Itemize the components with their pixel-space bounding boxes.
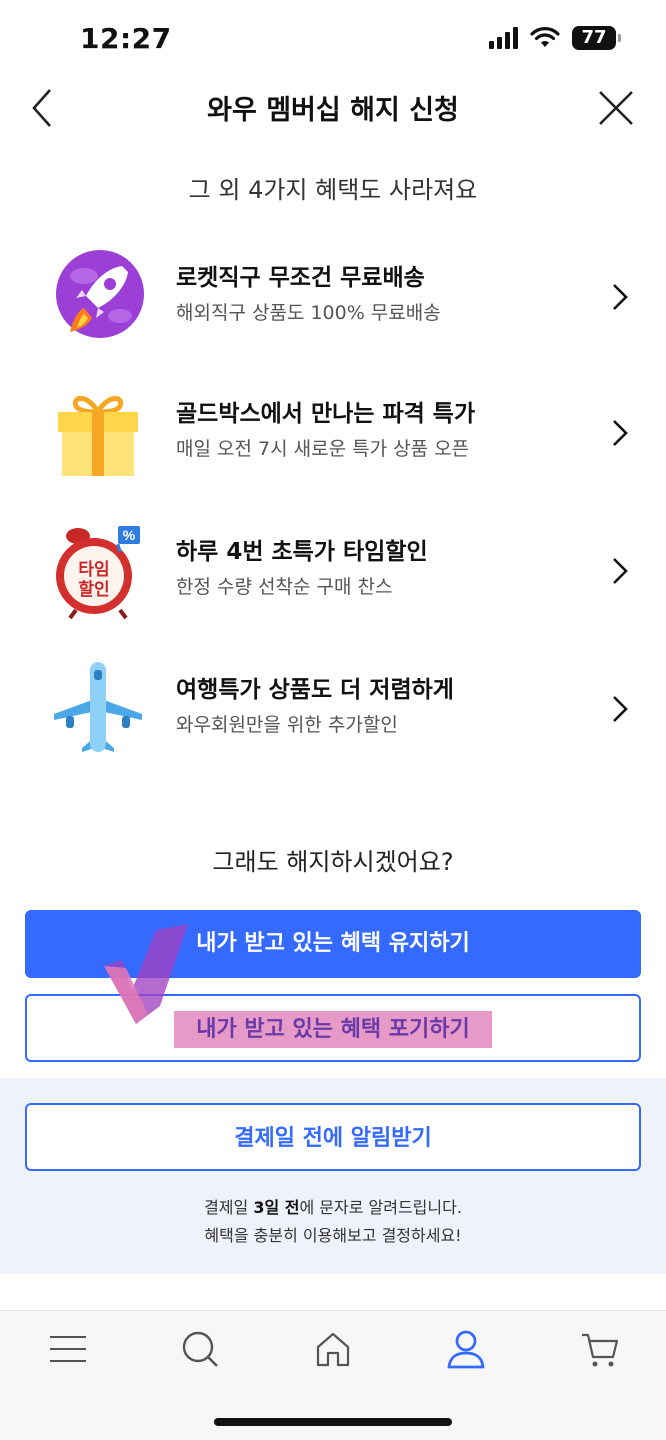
timer-icon-text-2: 할인 xyxy=(78,580,109,599)
benefit-time-sale[interactable]: 타임 할인 % 하루 4번 초특가 타임할인 한정 수량 선착순 구매 찬스 xyxy=(0,510,666,630)
notify-before-payment-button[interactable]: 결제일 전에 알림받기 xyxy=(25,1103,641,1171)
cellular-signal-icon xyxy=(489,27,518,49)
close-icon xyxy=(599,91,633,125)
page-title: 와우 멤버십 해지 신청 xyxy=(207,95,459,126)
benefit-description: 해외직구 상품도 100% 무료배송 xyxy=(176,302,441,324)
chevron-right-icon xyxy=(613,420,628,446)
close-button[interactable] xyxy=(596,88,636,128)
gift-box-icon xyxy=(58,396,138,476)
battery-indicator: 77 xyxy=(572,26,621,50)
status-icons: 77 xyxy=(489,26,621,50)
give-up-benefits-button[interactable]: 내가 받고 있는 혜택 포기하기 xyxy=(25,994,641,1062)
give-up-benefits-label: 내가 받고 있는 혜택 포기하기 xyxy=(174,1011,492,1048)
benefit-title: 하루 4번 초특가 타임할인 xyxy=(176,539,428,565)
notice-panel: 결제일 전에 알림받기 결제일 3일 전에 문자로 알려드립니다. 혜택을 충분… xyxy=(0,1078,666,1274)
percent-badge: % xyxy=(123,527,136,543)
chevron-right-icon xyxy=(613,284,628,310)
notice-line-1: 결제일 3일 전에 문자로 알려드립니다. xyxy=(204,1198,462,1217)
status-bar: 12:27 77 xyxy=(0,0,666,80)
search-icon xyxy=(182,1331,218,1367)
notice-line-2: 혜택을 충분히 이용해보고 결정하세요! xyxy=(204,1226,462,1245)
wifi-icon xyxy=(530,27,560,47)
benefit-rocket-direct[interactable]: 로켓직구 무조건 무료배송 해외직구 상품도 100% 무료배송 xyxy=(0,236,666,356)
confirm-question: 그래도 해지하시겠어요? xyxy=(212,848,454,876)
benefit-goldbox[interactable]: 골드박스에서 만나는 파격 특가 매일 오전 7시 새로운 특가 상품 오픈 xyxy=(0,372,666,492)
section-subtitle: 그 외 4가지 혜택도 사라져요 xyxy=(188,176,478,204)
menu-icon xyxy=(50,1336,86,1362)
chevron-right-icon xyxy=(613,558,628,584)
keep-benefits-button[interactable]: 내가 받고 있는 혜택 유지하기 xyxy=(25,910,641,978)
nav-search[interactable] xyxy=(180,1329,220,1369)
nav-menu[interactable] xyxy=(48,1329,88,1369)
benefit-title: 골드박스에서 만나는 파격 특가 xyxy=(176,401,476,427)
airplane-icon xyxy=(54,662,142,752)
chevron-right-icon xyxy=(613,696,628,722)
benefit-travel[interactable]: 여행특가 상품도 더 저렴하게 와우회원만을 위한 추가할인 xyxy=(0,648,666,768)
cart-icon xyxy=(582,1333,619,1367)
nav-cart[interactable] xyxy=(580,1329,620,1369)
nav-home[interactable] xyxy=(313,1329,353,1369)
notice-text: 결제일 3일 전에 문자로 알려드립니다. 혜택을 충분히 이용해보고 결정하세… xyxy=(0,1194,666,1250)
timer-icon-text-1: 타임 xyxy=(78,559,109,579)
benefit-title: 로켓직구 무조건 무료배송 xyxy=(176,265,425,291)
home-icon xyxy=(316,1332,350,1367)
alarm-clock-icon: 타임 할인 % xyxy=(56,526,140,620)
benefit-description: 매일 오전 7시 새로운 특가 상품 오픈 xyxy=(176,438,470,460)
rocket-icon xyxy=(56,250,144,338)
header: 와우 멤버십 해지 신청 xyxy=(0,74,666,142)
benefit-title: 여행특가 상품도 더 저렴하게 xyxy=(176,677,454,703)
benefit-description: 한정 수량 선착순 구매 찬스 xyxy=(176,576,393,598)
nav-my-page[interactable] xyxy=(446,1329,486,1369)
home-indicator xyxy=(214,1418,452,1426)
my-page-icon xyxy=(447,1330,485,1369)
benefit-description: 와우회원만을 위한 추가할인 xyxy=(176,714,398,736)
status-time: 12:27 xyxy=(80,22,172,55)
